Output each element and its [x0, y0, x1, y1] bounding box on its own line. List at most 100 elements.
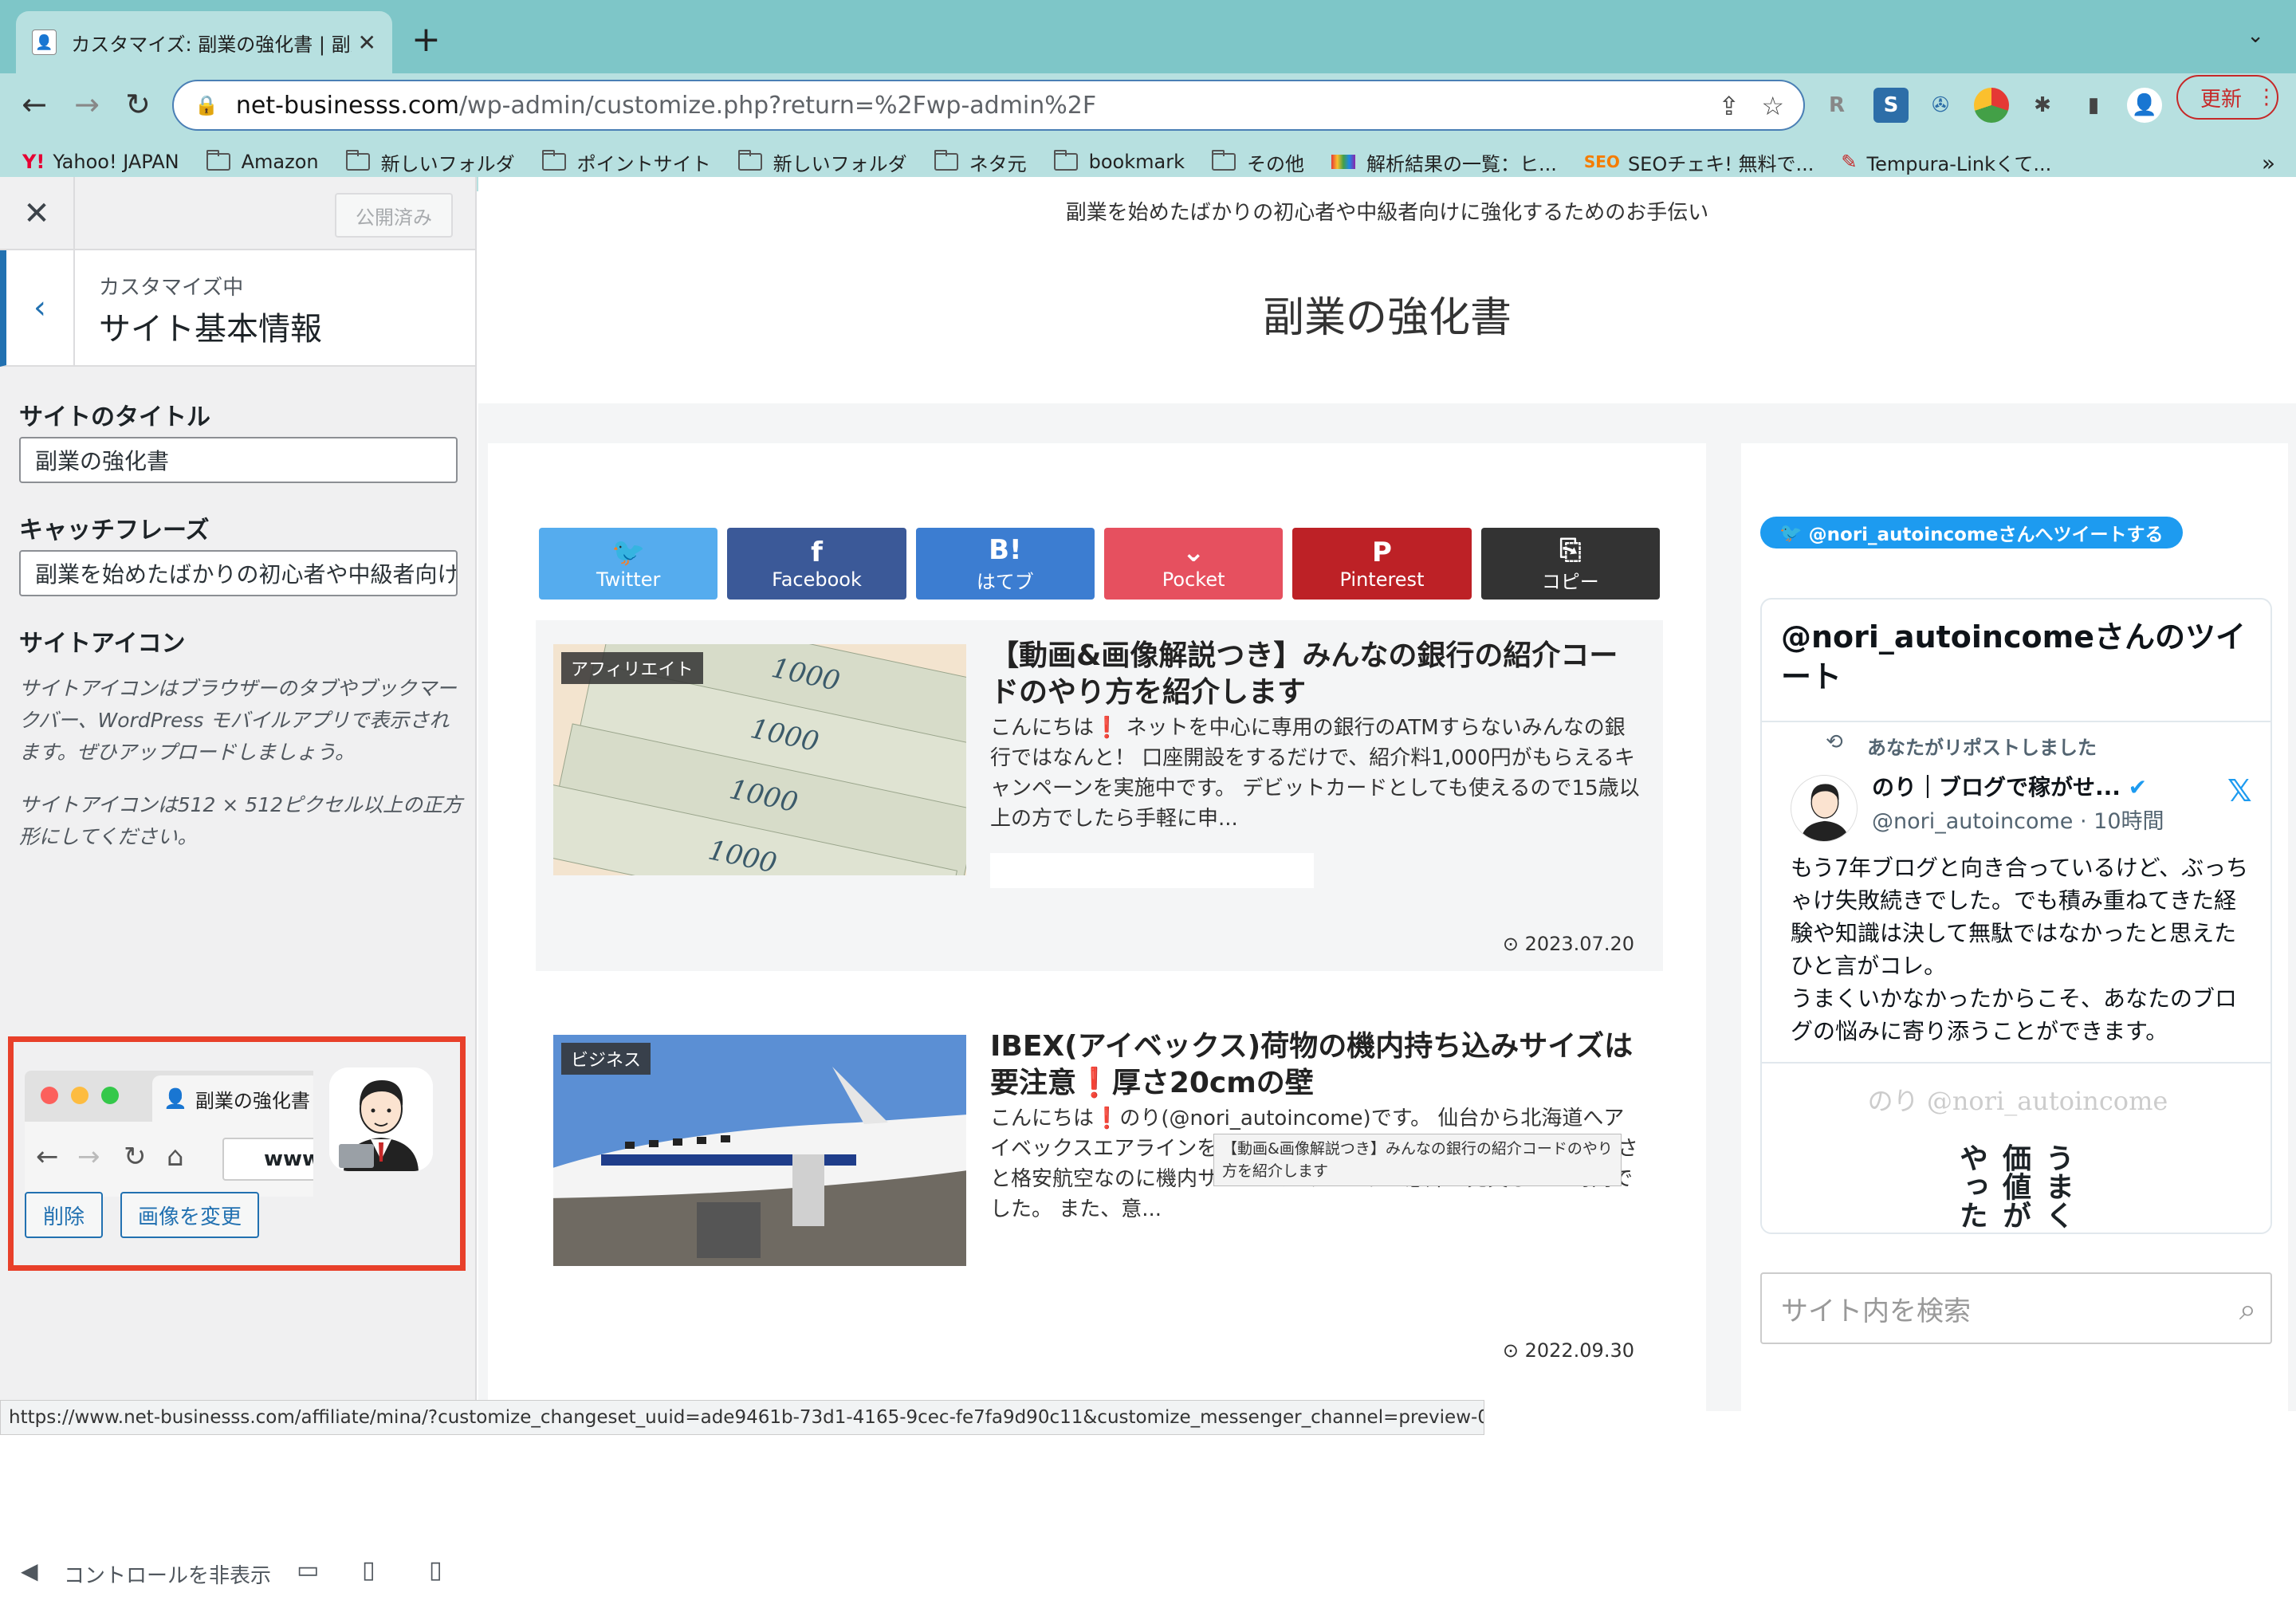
- tagline-label: キャッチフレーズ: [19, 517, 210, 545]
- favicon-icon: 👤: [32, 29, 57, 55]
- site-icon-label: サイトアイコン: [19, 630, 186, 658]
- folder-icon: [345, 150, 370, 171]
- site-title-input[interactable]: 副業の強化書: [19, 437, 458, 483]
- new-tab-button[interactable]: +: [411, 18, 441, 62]
- forward-arrow-icon[interactable]: →: [67, 85, 107, 124]
- category-badge[interactable]: アフィリエイト: [561, 652, 703, 684]
- yahoo-icon: Y!: [22, 151, 45, 173]
- bookmark-folder-bookmark[interactable]: bookmark: [1053, 150, 1185, 173]
- author-avatar[interactable]: [1791, 775, 1858, 842]
- placeholder-strip: [990, 853, 1314, 888]
- bookmark-folder-new1[interactable]: 新しいフォルダ: [345, 148, 515, 176]
- share-label: Pinterest: [1339, 568, 1425, 591]
- close-dot-icon: [41, 1087, 58, 1104]
- author-handle[interactable]: @nori_autoincome · 10時間: [1872, 804, 2164, 835]
- tweet-to-button[interactable]: 🐦 @nori_autoincomeさんへツイートする: [1760, 517, 2183, 548]
- status-bar-url: https://www.net-businesss.com/affiliate/…: [0, 1400, 1484, 1435]
- bookmark-label: 解析結果の一覧：ヒ...: [1366, 152, 1557, 175]
- bookmark-tempura[interactable]: ✎ Tempura-Linkくて...: [1841, 148, 2051, 176]
- seo-icon: SEO: [1583, 152, 1620, 171]
- desktop-preview-icon[interactable]: ▭: [297, 1556, 319, 1584]
- back-arrow-icon[interactable]: ←: [14, 85, 54, 124]
- share-hatena-button[interactable]: B! はてブ: [915, 528, 1095, 600]
- tablet-preview-icon[interactable]: ▯: [362, 1556, 375, 1584]
- bookmark-folder-other[interactable]: その他: [1211, 148, 1304, 176]
- share-label: Facebook: [772, 568, 862, 591]
- tagline-input[interactable]: 副業を始めたばかりの初心者や中級者向けに: [19, 550, 458, 596]
- share-copy-button[interactable]: ⎘ コピー: [1480, 528, 1660, 600]
- address-bar[interactable]: 🔒 net-businesss.com/wp-admin/customize.p…: [172, 80, 1805, 131]
- tweet-to-label: @nori_autoincomeさんへツイートする: [1808, 525, 2164, 545]
- card-vertical-text: うまく 価値が やった: [1955, 1143, 2074, 1229]
- bookmark-seo[interactable]: SEO SEOチェキ! 無料で...: [1584, 148, 1814, 176]
- menu-dots-icon[interactable]: ⋮: [2256, 85, 2277, 109]
- bookmark-yahoo[interactable]: Y! Yahoo! JAPAN: [22, 151, 179, 173]
- category-badge[interactable]: ビジネス: [561, 1043, 651, 1075]
- bookmarks-more-icon[interactable]: »: [2262, 150, 2275, 176]
- update-label: 更新: [2200, 87, 2243, 112]
- pinterest-icon: P: [1372, 537, 1392, 568]
- share-twitter-button[interactable]: 🐦 Twitter: [539, 528, 718, 600]
- update-button[interactable]: 更新 ⋮: [2176, 75, 2278, 120]
- extension-compass-icon[interactable]: ✇: [1923, 88, 1958, 123]
- hide-controls-icon[interactable]: ◀: [21, 1558, 38, 1584]
- article-title[interactable]: IBEX(アイベックス)荷物の機内持ち込みサイズは要注意❗️厚さ20cmの壁: [990, 1028, 1644, 1102]
- twitter-icon: 🐦: [611, 537, 646, 568]
- article-thumbnail[interactable]: ビジネス: [553, 1035, 966, 1266]
- share-pinterest-button[interactable]: P Pinterest: [1292, 528, 1472, 600]
- bookmark-analysis[interactable]: 解析結果の一覧：ヒ...: [1331, 148, 1557, 176]
- forward-arrow-icon: →: [77, 1141, 100, 1173]
- bookmark-folder-new2[interactable]: 新しいフォルダ: [737, 148, 907, 176]
- reload-icon[interactable]: ↻: [118, 85, 158, 124]
- tab-close-icon[interactable]: ✕: [358, 29, 376, 56]
- bookmark-folder-points[interactable]: ポイントサイト: [541, 148, 711, 176]
- share-icon[interactable]: ⇪: [1718, 91, 1740, 121]
- bookmark-label: ネタ元: [969, 152, 1027, 175]
- bookmark-label: その他: [1246, 152, 1304, 175]
- x-logo-icon[interactable]: 𝕏: [2227, 773, 2252, 808]
- tweet-media-card[interactable]: のり @nori_autoincome うまく 価値が やった: [1762, 1062, 2270, 1233]
- folder-icon: [934, 150, 958, 171]
- section-header: ‹ カスタマイズ中 サイト基本情報: [0, 250, 475, 367]
- timeline-title[interactable]: @nori_autoincomeさんのツイート: [1781, 617, 2259, 697]
- copy-icon: ⎘: [1559, 533, 1582, 566]
- article-thumbnail[interactable]: 1000 1000 1000 1000 アフィリエイト: [553, 644, 966, 875]
- back-chevron-icon[interactable]: ‹: [6, 250, 75, 365]
- share-pocket-button[interactable]: ⌄ Pocket: [1103, 528, 1284, 600]
- sidebar-widgets: 🐦 @nori_autoincomeさんへツイートする @nori_autoinc…: [1741, 443, 2288, 1411]
- share-facebook-button[interactable]: f Facebook: [727, 528, 906, 600]
- remove-icon-button[interactable]: 削除: [25, 1192, 103, 1238]
- extensions-puzzle-icon[interactable]: ✱: [2025, 88, 2060, 123]
- retweet-icon: ⟲: [1826, 730, 1843, 754]
- hide-controls-label[interactable]: コントロールを非表示: [64, 1559, 271, 1589]
- article-card[interactable]: ビジネス IBEX(アイベックス)荷物の機内持ち込みサイズは要注意❗️厚さ20c…: [536, 1011, 1663, 1362]
- mobile-preview-icon[interactable]: ▯: [429, 1556, 442, 1584]
- search-icon[interactable]: ⌕: [2239, 1292, 2256, 1327]
- site-title[interactable]: 副業の強化書: [478, 284, 2296, 344]
- article-title[interactable]: 【動画&画像解説つき】みんなの銀行の紹介コードのやり方を紹介します: [990, 638, 1644, 711]
- url-path: /wp-admin/customize.php?return=%2Fwp-adm…: [458, 91, 1097, 120]
- side-panel-icon[interactable]: ▮: [2076, 88, 2111, 123]
- extension-s-icon[interactable]: S: [1873, 88, 1909, 123]
- site-search-input[interactable]: サイト内を検索 ⌕: [1760, 1272, 2272, 1344]
- profile-avatar[interactable]: 👤: [2127, 88, 2162, 123]
- article-card[interactable]: 1000 1000 1000 1000 アフィリエイト 【動画&画像解説つき】み…: [536, 620, 1663, 971]
- bookmark-folder-neta[interactable]: ネタ元: [934, 148, 1027, 176]
- folder-icon: [541, 150, 566, 171]
- author-name[interactable]: のり｜ブログで稼がせ... ✔: [1872, 770, 2147, 802]
- bookmark-star-icon[interactable]: ☆: [1761, 91, 1784, 121]
- close-customizer-icon[interactable]: ✕: [0, 177, 75, 250]
- bookmark-folder-amazon[interactable]: Amazon: [206, 150, 319, 173]
- browser-tab-active[interactable]: 👤 カスタマイズ: 副業の強化書 | 副業 ✕: [16, 11, 392, 73]
- minimize-dot-icon: [71, 1087, 88, 1104]
- customizer-sidebar: ✕ 公開済み ‹ カスタマイズ中 サイト基本情報 サイトのタイトル 副業の強化書…: [0, 177, 477, 1588]
- bookmark-label: 新しいフォルダ: [380, 152, 515, 175]
- bookmark-label: Tempura-Linkくて...: [1866, 152, 2052, 175]
- extension-r-icon[interactable]: R: [1819, 88, 1854, 123]
- site-header: 副業を始めたばかりの初心者や中級者向けに強化するためのお手伝い 副業の強化書: [478, 177, 2296, 403]
- extension-pagespeed-icon[interactable]: [1974, 88, 2009, 123]
- change-image-button[interactable]: 画像を変更: [120, 1192, 259, 1238]
- tab-search-chevron-icon[interactable]: ⌄: [2247, 24, 2264, 48]
- site-icon-size-note: サイトアイコンは512 × 512ピクセル以上の正方形にしてください。: [19, 793, 463, 848]
- publish-button[interactable]: 公開済み: [335, 193, 453, 238]
